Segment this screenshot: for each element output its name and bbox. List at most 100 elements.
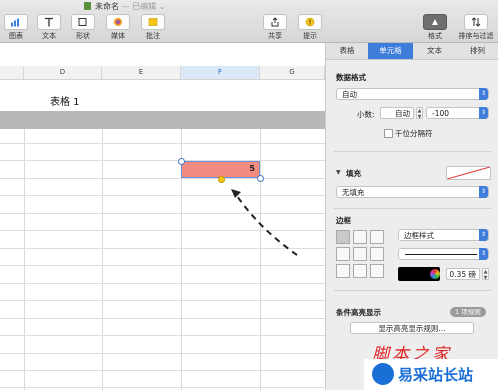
chevron-updown-icon: ⇕ [479, 229, 488, 241]
grid-line [0, 335, 325, 336]
media-button[interactable]: 媒体 [104, 14, 132, 41]
column-header-bar: D E F G [0, 66, 325, 80]
media-label: 媒体 [111, 32, 125, 40]
column-header-d[interactable]: D [24, 66, 102, 79]
title-bar: 未命名 — 已编辑 ⌄ [0, 0, 498, 12]
grid-line [0, 353, 325, 354]
border-preset-left-icon[interactable] [336, 247, 350, 261]
grid-line [0, 318, 325, 319]
selection-handle-bottom-right[interactable] [257, 175, 264, 182]
window-title[interactable]: 未命名 — 已编辑 ⌄ [95, 1, 165, 12]
share-button[interactable]: 共享 [261, 14, 289, 41]
chevron-updown-icon: ⇕ [479, 248, 488, 260]
color-wheel-icon[interactable] [430, 269, 440, 279]
section-divider [334, 151, 492, 152]
watermark-logo-block: 易采站长站 [364, 359, 498, 390]
selection-handle-top-left[interactable] [178, 158, 185, 165]
border-preset-bottom-icon[interactable] [353, 264, 367, 278]
text-button[interactable]: 文本 [35, 14, 63, 41]
chart-button[interactable]: 图表 [2, 14, 30, 41]
chevron-updown-icon: ⇕ [479, 88, 488, 100]
table-title[interactable]: 表格 1 [50, 93, 80, 108]
grid-line [0, 387, 325, 388]
thousands-separator-label: 千位分隔符 [395, 129, 433, 138]
grid-line [0, 300, 325, 301]
window-title-text: 未命名 [95, 2, 119, 11]
format-label: 格式 [428, 32, 442, 40]
sort-filter-button[interactable]: 排序与过滤 [456, 14, 496, 41]
document-icon [84, 2, 91, 10]
comment-label: 批注 [146, 32, 160, 40]
border-preset-inner-icon[interactable] [353, 230, 367, 244]
grid-line [24, 129, 25, 390]
border-style-select[interactable]: 边框样式 ⇕ [398, 229, 489, 241]
show-highlight-rules-button[interactable]: 显示高亮显示规则... [350, 322, 474, 334]
chart-label: 图表 [9, 32, 23, 40]
conditional-highlight-label: 条件高亮显示 [336, 308, 381, 317]
border-preset-right-icon[interactable] [370, 247, 384, 261]
border-style-value: 边框样式 [404, 231, 434, 240]
decimals-stepper[interactable]: ▲ ▼ [416, 107, 423, 120]
window-title-status: — 已编辑 ⌄ [121, 2, 166, 11]
border-preset-all-icon[interactable] [336, 230, 350, 244]
disclosure-triangle-icon[interactable]: ▼ [336, 169, 341, 176]
chart-icon [11, 18, 19, 27]
column-header-e[interactable]: E [102, 66, 181, 79]
grid-line [0, 265, 325, 266]
grid-line [0, 178, 325, 179]
tab-arrange[interactable]: 排列 [456, 43, 498, 59]
negative-format-value: -100 [432, 109, 450, 118]
watermark-logo-icon [372, 363, 394, 385]
shape-button[interactable]: 形状 [69, 14, 97, 41]
inspector-sidebar: 表格 单元格 文本 排列 数据格式 自动 ⇕ 小数: 自动 ▲ ▼ -100 ⇕ … [325, 43, 498, 390]
grid-line [0, 283, 325, 284]
border-preset-center-icon[interactable] [353, 247, 367, 261]
data-format-label: 数据格式 [336, 73, 366, 82]
grid-line [0, 143, 325, 144]
text-icon [45, 17, 53, 27]
toolbar: 图表 文本 形状 媒体 批注 共享 提示 格式 排序与过滤 [0, 12, 498, 43]
shape-icon [78, 18, 87, 26]
shape-label: 形状 [76, 32, 90, 40]
grid-line [0, 370, 325, 371]
border-width-field[interactable]: 0.35 磅 [446, 268, 480, 280]
comment-icon [148, 18, 158, 26]
border-width-stepper[interactable]: ▲ ▼ [482, 268, 489, 281]
format-button[interactable]: 格式 [421, 14, 449, 41]
border-preset-bottom-right-icon[interactable] [370, 264, 384, 278]
column-header-f[interactable]: F [181, 66, 260, 79]
comment-button[interactable]: 批注 [139, 14, 167, 41]
format-brush-icon [432, 19, 438, 25]
spreadsheet-canvas[interactable]: D E F G 表格 1 5 [0, 43, 325, 390]
tab-cell[interactable]: 单元格 [368, 43, 413, 59]
table-header-row[interactable] [0, 111, 325, 129]
decimals-field[interactable]: 自动 [380, 107, 414, 119]
inspector-tabs: 表格 单元格 文本 排列 [326, 43, 498, 60]
tips-label: 提示 [303, 32, 317, 40]
sort-icon [471, 17, 481, 27]
section-divider [334, 208, 492, 209]
column-header-blank [0, 66, 24, 79]
watermark-site-name: 易采站长站 [398, 366, 474, 384]
data-format-select[interactable]: 自动 ⇕ [336, 88, 489, 100]
sort-filter-label: 排序与过滤 [458, 32, 494, 40]
autofill-handle[interactable] [218, 176, 225, 183]
border-preset-outer-icon[interactable] [370, 230, 384, 244]
selected-cell-value: 5 [249, 164, 255, 173]
tab-text[interactable]: 文本 [413, 43, 456, 59]
grid-line [0, 160, 325, 161]
drag-arrow-annotation [231, 189, 298, 256]
border-preset-grid [336, 230, 388, 280]
data-format-value: 自动 [342, 90, 357, 99]
no-fill-slash-icon [447, 167, 490, 179]
tab-table[interactable]: 表格 [326, 43, 368, 59]
border-preset-bottom-left-icon[interactable] [336, 264, 350, 278]
fill-type-select[interactable]: 无填充 ⇕ [336, 186, 489, 198]
fill-color-swatch[interactable] [446, 166, 491, 180]
thousands-separator-checkbox[interactable] [384, 129, 393, 138]
tips-button[interactable]: 提示 [296, 14, 324, 41]
column-header-g[interactable]: G [260, 66, 325, 79]
border-line-select[interactable]: ⇕ [398, 248, 489, 260]
share-label: 共享 [268, 32, 282, 40]
negative-format-select[interactable]: -100 ⇕ [426, 107, 489, 119]
